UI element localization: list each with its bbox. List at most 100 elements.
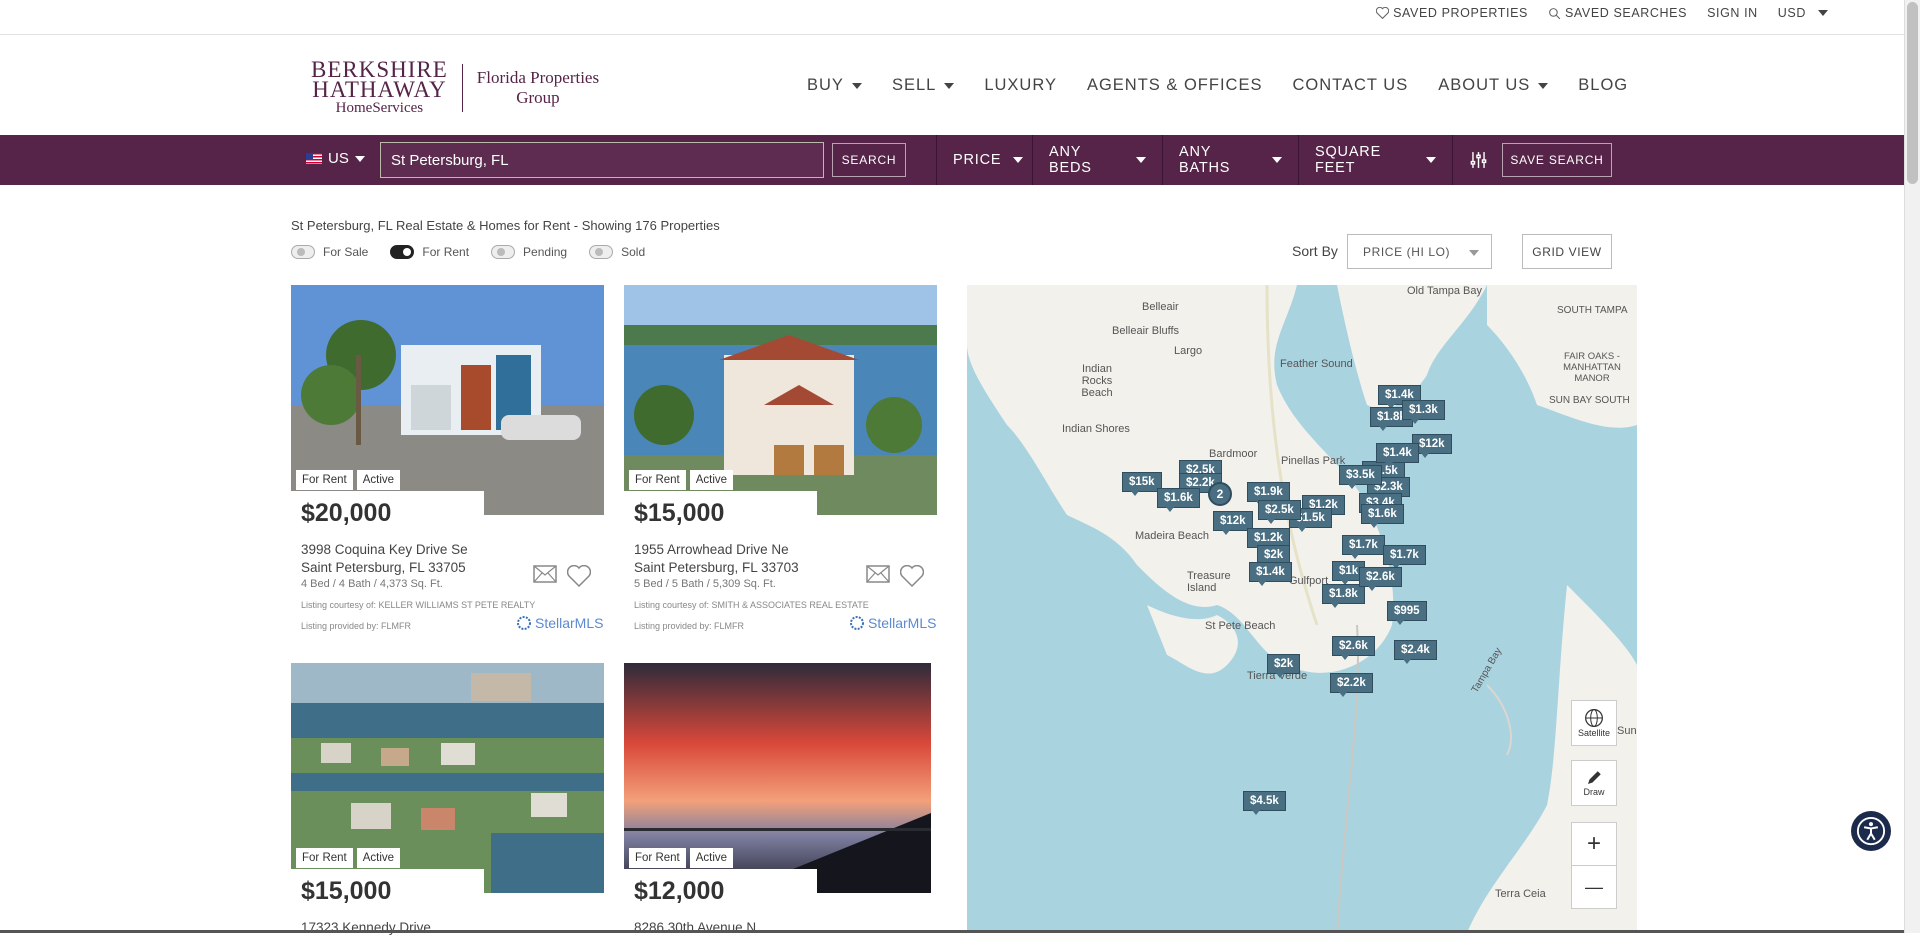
toggle-for-rent[interactable]: For Rent bbox=[390, 245, 469, 259]
toggle-sold[interactable]: Sold bbox=[589, 245, 645, 259]
nav-luxury[interactable]: LUXURY bbox=[984, 76, 1057, 95]
more-filters-button[interactable] bbox=[1452, 135, 1504, 185]
us-flag-icon bbox=[306, 153, 322, 164]
nav-sell[interactable]: SELL bbox=[891, 76, 955, 95]
map-price-pin[interactable]: $995 bbox=[1387, 601, 1427, 625]
results-map[interactable]: Old Tampa Bay Belleair Belleair Bluffs L… bbox=[967, 285, 1637, 933]
site-header: BERKSHIRE HATHAWAY HomeServices Florida … bbox=[0, 36, 1904, 135]
address-line-1: 8286 30th Avenue N bbox=[634, 920, 757, 935]
map-price-pin[interactable]: $2k bbox=[1267, 654, 1301, 678]
listing-card[interactable]: For Rent Active $20,000 3998 Coquina Key… bbox=[291, 285, 604, 645]
saved-searches-link[interactable]: SAVED SEARCHES bbox=[1548, 6, 1687, 20]
address-line-1: 17323 Kennedy Drive bbox=[301, 920, 431, 935]
listing-photo[interactable]: For Rent Active bbox=[624, 663, 937, 893]
sign-in-link[interactable]: SIGN IN bbox=[1707, 6, 1758, 20]
stellar-star-icon bbox=[850, 616, 864, 630]
map-price-pin[interactable]: $1.6k bbox=[1157, 488, 1200, 512]
zoom-out-label: — bbox=[1585, 876, 1603, 897]
price-filter-label: PRICE bbox=[953, 152, 1002, 168]
save-search-button[interactable]: SAVE SEARCH bbox=[1502, 143, 1612, 177]
currency-selector[interactable]: USD bbox=[1778, 6, 1828, 20]
heart-icon[interactable] bbox=[567, 565, 591, 587]
listing-address[interactable]: 8286 30th Avenue N bbox=[634, 919, 756, 937]
office-name-line-2: Group bbox=[516, 88, 560, 107]
baths-filter[interactable]: ANY BATHS bbox=[1162, 135, 1298, 185]
map-price-pin[interactable]: $1.4k bbox=[1376, 443, 1419, 467]
saved-properties-label: SAVED PROPERTIES bbox=[1393, 6, 1528, 20]
scrollbar-thumb[interactable] bbox=[1907, 2, 1918, 184]
toggle-switch bbox=[589, 245, 614, 259]
country-selector[interactable]: US bbox=[306, 150, 365, 167]
results-title: St Petersburg, FL Real Estate & Homes fo… bbox=[291, 218, 720, 233]
nav-contact-us[interactable]: CONTACT US bbox=[1292, 76, 1408, 95]
heart-icon[interactable] bbox=[900, 565, 924, 587]
accessibility-button[interactable] bbox=[1851, 811, 1891, 851]
price-filter[interactable]: PRICE bbox=[936, 135, 1032, 185]
chevron-down-icon bbox=[1013, 157, 1024, 163]
map-price-pin[interactable]: $1.9k bbox=[1247, 482, 1290, 506]
grid-view-button[interactable]: GRID VIEW bbox=[1522, 234, 1612, 269]
accessibility-icon bbox=[1856, 816, 1886, 846]
map-price-pin[interactable]: $2.6k bbox=[1332, 636, 1375, 660]
stellar-mls-logo: StellarMLS bbox=[849, 615, 936, 631]
nav-sell-label: SELL bbox=[891, 76, 937, 94]
search-icon bbox=[1549, 7, 1561, 19]
draw-tool[interactable]: Draw bbox=[1571, 760, 1617, 806]
listing-photo[interactable]: For Rent Active bbox=[291, 285, 604, 515]
map-cluster-marker[interactable]: 2 bbox=[1208, 482, 1232, 506]
map-price-pin[interactable]: $2.5k bbox=[1258, 500, 1301, 524]
listing-card[interactable]: For Rent Active $15,000 17323 Kennedy Dr… bbox=[291, 663, 604, 935]
map-price-pin[interactable]: $1.7k bbox=[1383, 545, 1426, 569]
nav-blog[interactable]: BLOG bbox=[1578, 76, 1628, 95]
map-price-pin[interactable]: $2.4k bbox=[1394, 640, 1437, 664]
location-search-input[interactable]: St Petersburg, FL bbox=[380, 142, 824, 178]
listing-address[interactable]: 1955 Arrowhead Drive Ne Saint Petersburg… bbox=[634, 541, 799, 577]
listing-photo[interactable]: For Rent Active bbox=[624, 285, 937, 515]
map-label: SOUTH TAMPA bbox=[1557, 305, 1628, 316]
listing-address[interactable]: 3998 Coquina Key Drive Se Saint Petersbu… bbox=[301, 541, 468, 577]
nav-agents-offices[interactable]: AGENTS & OFFICES bbox=[1087, 76, 1263, 95]
map-price-pin[interactable]: $1.7k bbox=[1342, 535, 1385, 559]
listing-card[interactable]: For Rent Active $15,000 1955 Arrowhead D… bbox=[624, 285, 937, 645]
sort-select[interactable]: PRICE (HI LO) bbox=[1347, 234, 1492, 269]
email-icon[interactable] bbox=[866, 565, 890, 583]
map-price-pin[interactable]: $1.8k bbox=[1322, 584, 1365, 608]
logo-divider bbox=[461, 64, 463, 112]
zoom-in-button[interactable]: + bbox=[1571, 822, 1617, 866]
listing-price: $20,000 bbox=[301, 499, 392, 527]
toggle-pending[interactable]: Pending bbox=[491, 245, 567, 259]
listing-badges: For Rent Active bbox=[296, 470, 401, 490]
listing-meta: 5 Bed / 5 Bath / 5,309 Sq. Ft. bbox=[634, 578, 776, 590]
saved-properties-link[interactable]: SAVED PROPERTIES bbox=[1376, 6, 1528, 20]
listing-photo[interactable]: For Rent Active bbox=[291, 663, 604, 893]
map-price-pin[interactable]: $3.5k bbox=[1339, 465, 1382, 489]
map-price-pin[interactable]: $1.4k bbox=[1249, 562, 1292, 586]
zoom-out-button[interactable]: — bbox=[1571, 865, 1617, 909]
listing-badges: For Rent Active bbox=[629, 470, 734, 490]
beds-filter[interactable]: ANY BEDS bbox=[1032, 135, 1162, 185]
map-price-pin[interactable]: $15k bbox=[1122, 472, 1162, 496]
map-price-pin[interactable]: $4.5k bbox=[1243, 791, 1286, 815]
stellar-mls-logo: StellarMLS bbox=[516, 615, 603, 631]
brand-logo[interactable]: BERKSHIRE HATHAWAY HomeServices Florida … bbox=[311, 58, 599, 116]
map-price-pin[interactable]: $1.3k bbox=[1402, 400, 1445, 424]
toggle-for-sale[interactable]: For Sale bbox=[291, 245, 368, 259]
search-bar: US St Petersburg, FL SEARCH PRICE ANY BE… bbox=[0, 135, 1904, 185]
search-button[interactable]: SEARCH bbox=[832, 143, 906, 177]
page-scrollbar[interactable] bbox=[1904, 0, 1920, 933]
satellite-toggle[interactable]: Satellite bbox=[1571, 700, 1617, 746]
listing-card[interactable]: For Rent Active $12,000 8286 30th Avenue… bbox=[624, 663, 937, 935]
country-label: US bbox=[328, 150, 349, 167]
email-icon[interactable] bbox=[533, 565, 557, 583]
nav-buy[interactable]: BUY bbox=[807, 76, 862, 95]
nav-about-us[interactable]: ABOUT US bbox=[1438, 76, 1549, 95]
map-label: SUN BAY SOUTH bbox=[1549, 395, 1630, 406]
map-label: Indian Shores bbox=[1062, 423, 1130, 435]
listing-address[interactable]: 17323 Kennedy Drive bbox=[301, 919, 431, 937]
map-label: Treasure Island bbox=[1187, 570, 1231, 594]
map-price-pin[interactable]: $2.6k bbox=[1359, 567, 1402, 591]
square-feet-filter[interactable]: SQUARE FEET bbox=[1298, 135, 1452, 185]
chevron-down-icon bbox=[1469, 250, 1479, 256]
map-price-pin[interactable]: $1.6k bbox=[1361, 504, 1404, 528]
map-price-pin[interactable]: $2.2k bbox=[1330, 673, 1373, 697]
